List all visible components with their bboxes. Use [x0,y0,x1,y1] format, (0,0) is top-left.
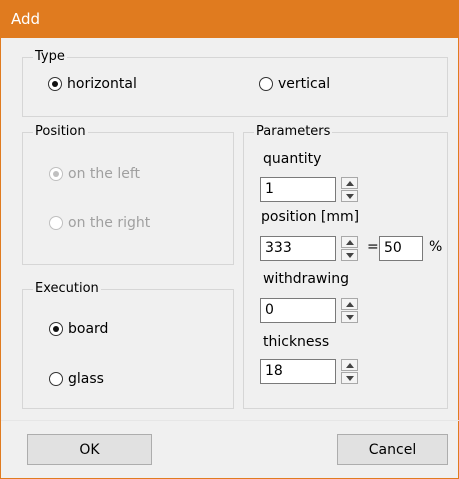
position-mm-spinner[interactable] [341,236,358,261]
withdrawing-spinner[interactable] [341,298,358,323]
quantity-input[interactable]: 1 [260,177,336,202]
spin-up-icon[interactable] [341,298,358,310]
spin-down-icon[interactable] [341,249,358,261]
board-radio-label: board [68,321,109,337]
radio-unchecked-icon [49,216,63,230]
equals-sign: = [367,239,379,255]
type-group-legend: Type [33,49,67,65]
position-mm-input[interactable]: 333 [260,236,336,261]
glass-radio[interactable]: glass [49,371,104,387]
position-group: Position on the left on the right [22,124,234,265]
position-group-legend: Position [33,124,88,140]
radio-checked-icon [49,167,63,181]
radio-checked-icon [49,322,63,336]
cancel-button[interactable]: Cancel [337,434,448,465]
on-the-right-radio-label: on the right [68,215,151,231]
withdrawing-input[interactable]: 0 [260,298,336,323]
on-the-right-radio[interactable]: on the right [49,215,150,231]
thickness-label: thickness [263,334,330,350]
spin-up-icon[interactable] [341,359,358,371]
title-bar[interactable]: Add [1,1,459,38]
radio-unchecked-icon [259,77,273,91]
position-percent-input[interactable]: 50 [379,236,423,261]
vertical-radio[interactable]: vertical [259,76,330,92]
spin-down-icon[interactable] [341,311,358,323]
quantity-spinner[interactable] [341,177,358,202]
execution-group-legend: Execution [33,281,101,297]
position-mm-label: position [mm] [261,209,360,225]
spin-up-icon[interactable] [341,177,358,189]
quantity-label: quantity [263,151,322,167]
thickness-spinner[interactable] [341,359,358,384]
spin-down-icon[interactable] [341,372,358,384]
spin-down-icon[interactable] [341,190,358,202]
spin-up-icon[interactable] [341,236,358,248]
on-the-left-radio-label: on the left [68,166,140,182]
parameters-group-legend: Parameters [254,124,333,140]
add-dialog: Add Type horizontal vertical Position on… [0,0,459,479]
horizontal-radio[interactable]: horizontal [48,76,137,92]
on-the-left-radio[interactable]: on the left [49,166,140,182]
thickness-input[interactable]: 18 [260,359,336,384]
horizontal-radio-label: horizontal [67,76,137,92]
window-title: Add [11,10,41,28]
execution-group: Execution board glass [22,281,234,409]
radio-checked-icon [48,77,62,91]
percent-unit: % [429,239,443,255]
radio-unchecked-icon [49,372,63,386]
button-bar-separator [1,420,459,421]
withdrawing-label: withdrawing [263,271,350,287]
ok-button[interactable]: OK [27,434,152,465]
type-group: Type horizontal vertical [22,49,448,117]
board-radio[interactable]: board [49,321,108,337]
vertical-radio-label: vertical [278,76,331,92]
glass-radio-label: glass [68,371,104,387]
